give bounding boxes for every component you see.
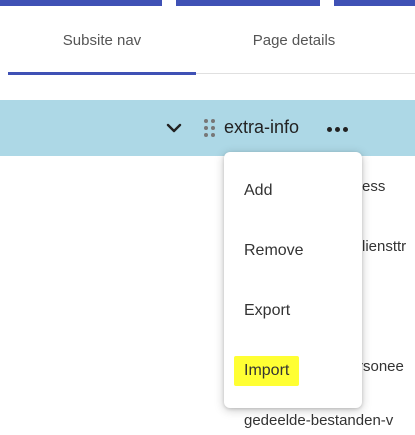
menu-item-export[interactable]: Export <box>224 282 362 340</box>
tree-item[interactable]: liensttr <box>362 238 406 255</box>
chevron-down-icon[interactable] <box>164 118 184 138</box>
menu-item-label: Export <box>244 302 291 319</box>
tree-item-partial[interactable] <box>0 74 415 100</box>
tree-row-selected[interactable]: extra-info <box>0 100 415 156</box>
more-horizontal-icon[interactable] <box>325 120 351 136</box>
drag-handle-icon[interactable] <box>203 117 217 139</box>
menu-item-label-highlighted: Import <box>234 356 300 386</box>
tab-bar: Subsite nav Page details <box>0 6 415 75</box>
tree-node-label: extra-info <box>224 117 300 137</box>
tab-page-details[interactable]: Page details <box>196 6 392 74</box>
tab-subsite-nav[interactable]: Subsite nav <box>8 6 196 74</box>
context-menu: Add Remove Export Import <box>224 152 362 408</box>
menu-item-import[interactable]: Import <box>224 342 362 400</box>
menu-item-label: Add <box>244 182 273 199</box>
tree-item[interactable]: rsonee <box>358 358 404 375</box>
tree-item[interactable]: ess <box>362 178 385 195</box>
tab-label: Subsite nav <box>62 31 142 49</box>
tab-label: Page details <box>252 31 336 49</box>
menu-item-remove[interactable]: Remove <box>224 222 362 280</box>
menu-item-label: Remove <box>244 242 304 259</box>
menu-item-add[interactable]: Add <box>224 162 362 220</box>
tree-item[interactable]: gedeelde-bestanden-v <box>244 412 393 429</box>
